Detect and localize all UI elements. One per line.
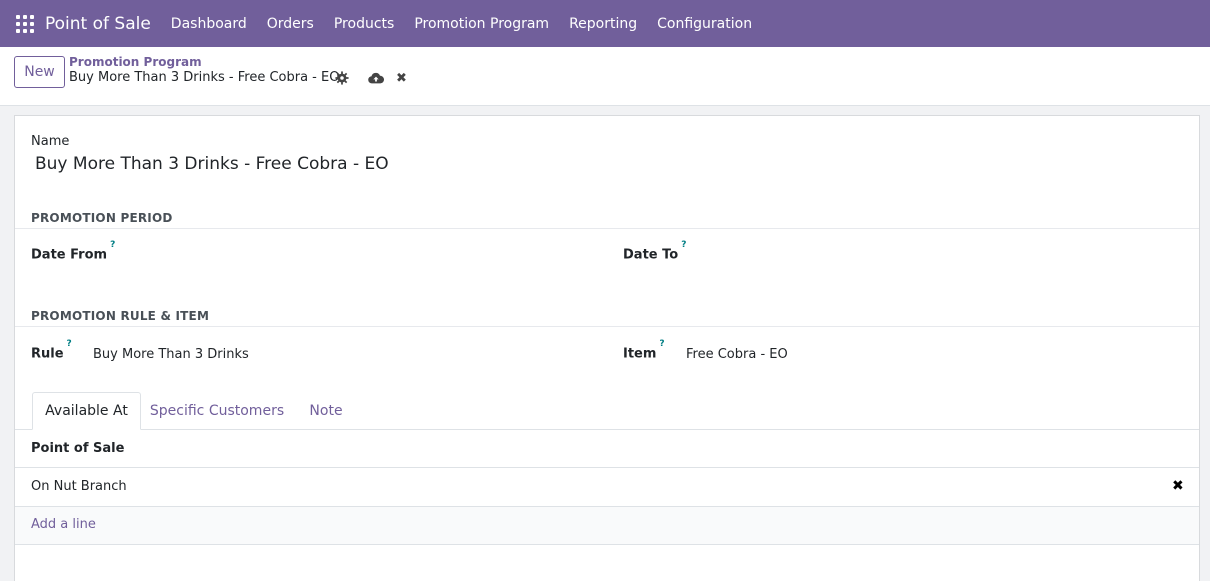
section-promotion-period: PROMOTION PERIOD — [31, 211, 173, 225]
name-label: Name — [31, 134, 70, 149]
menu-products[interactable]: Products — [334, 16, 394, 32]
menu-configuration[interactable]: Configuration — [657, 16, 752, 32]
close-icon[interactable]: ✖ — [396, 71, 407, 86]
item-label-text: Item — [623, 346, 657, 362]
list-header-point-of-sale[interactable]: Point of Sale — [31, 441, 124, 456]
add-line-row — [15, 507, 1199, 544]
date-from-label: Date From? — [31, 240, 115, 263]
help-icon[interactable]: ? — [67, 339, 72, 349]
breadcrumb-current: Buy More Than 3 Drinks - Free Cobra - EO — [69, 70, 340, 85]
section-divider — [15, 326, 1199, 327]
help-icon[interactable]: ? — [110, 240, 115, 250]
section-divider — [15, 228, 1199, 229]
rule-label: Rule? — [31, 339, 72, 362]
form-sheet: Name Buy More Than 3 Drinks - Free Cobra… — [14, 115, 1200, 581]
list-item[interactable]: On Nut Branch — [31, 479, 127, 494]
list-divider — [15, 544, 1199, 545]
menu-reporting[interactable]: Reporting — [569, 16, 637, 32]
item-field[interactable]: Free Cobra - EO — [686, 347, 788, 362]
new-button[interactable]: New — [14, 56, 65, 88]
section-promotion-rule: PROMOTION RULE & ITEM — [31, 309, 210, 323]
top-navbar: Point of Sale Dashboard Orders Products … — [0, 0, 1210, 47]
control-panel: New Promotion Program Buy More Than 3 Dr… — [0, 47, 1210, 106]
app-brand[interactable]: Point of Sale — [45, 14, 151, 34]
list-divider — [15, 467, 1199, 468]
remove-row-icon[interactable]: ✖ — [1172, 478, 1184, 494]
menu-promotion-program[interactable]: Promotion Program — [414, 16, 549, 32]
help-icon[interactable]: ? — [681, 240, 686, 250]
rule-field[interactable]: Buy More Than 3 Drinks — [93, 347, 249, 362]
tab-available-at[interactable]: Available At — [32, 392, 141, 430]
tab-note[interactable]: Note — [301, 392, 351, 430]
menu-orders[interactable]: Orders — [267, 16, 314, 32]
apps-grid-icon[interactable] — [16, 14, 34, 33]
menu-dashboard[interactable]: Dashboard — [171, 16, 247, 32]
gear-icon[interactable] — [335, 71, 349, 85]
date-to-label-text: Date To — [623, 247, 679, 263]
breadcrumb-parent[interactable]: Promotion Program — [69, 55, 202, 69]
tabs-divider — [15, 429, 1199, 430]
rule-label-text: Rule — [31, 346, 64, 362]
cloud-upload-icon[interactable] — [368, 71, 384, 85]
add-line-link[interactable]: Add a line — [31, 517, 96, 532]
tab-specific-customers[interactable]: Specific Customers — [145, 392, 289, 430]
date-to-label: Date To? — [623, 240, 686, 263]
help-icon[interactable]: ? — [659, 339, 664, 349]
date-from-label-text: Date From — [31, 247, 108, 263]
name-field[interactable]: Buy More Than 3 Drinks - Free Cobra - EO — [35, 154, 389, 174]
item-label: Item? — [623, 339, 665, 362]
